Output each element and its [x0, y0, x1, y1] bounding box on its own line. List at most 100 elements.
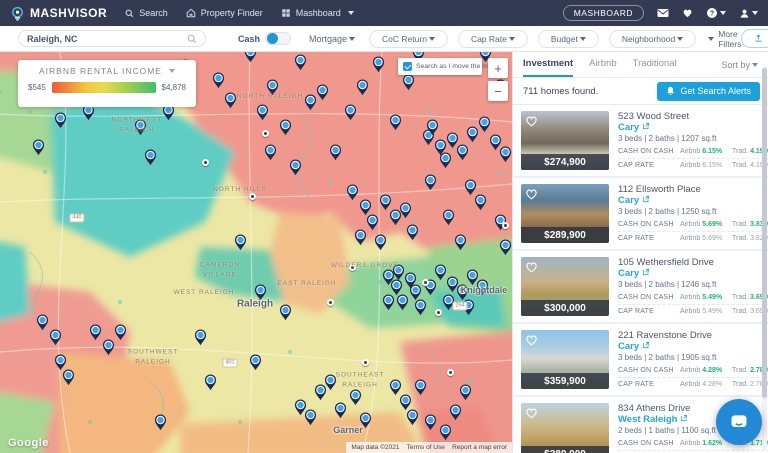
location-search-input[interactable]: [27, 34, 187, 44]
property-card[interactable]: $289,900112 Ellsworth PlaceCary3 beds | …: [513, 178, 768, 249]
map-pin[interactable]: [194, 329, 207, 346]
map-pin[interactable]: [354, 229, 367, 246]
map-pin[interactable]: [62, 369, 75, 386]
map-pin[interactable]: [372, 56, 385, 73]
map-attribution[interactable]: Map data ©2021 Terms of Use Report a map…: [346, 442, 512, 453]
map-marker-dot[interactable]: [202, 159, 209, 166]
map-pin[interactable]: [399, 202, 412, 219]
property-card[interactable]: $359,900221 Ravenstone DriveCary3 beds |…: [513, 324, 768, 395]
map-pin[interactable]: [49, 329, 62, 346]
map-pin[interactable]: [474, 194, 487, 211]
map-pin[interactable]: [304, 409, 317, 426]
heatmap-legend[interactable]: AIRBNB RENTAL INCOME $545 $4,878: [18, 60, 196, 107]
favorite-heart-icon[interactable]: [525, 260, 538, 278]
map-pin[interactable]: [449, 404, 462, 421]
envelope-icon[interactable]: [657, 8, 669, 18]
export-button[interactable]: Export: [741, 29, 768, 48]
map-marker-dot[interactable]: [262, 130, 269, 137]
map-pin[interactable]: [316, 84, 329, 101]
mortgage-dropdown[interactable]: Mortgage: [309, 34, 355, 44]
nav-mashboard[interactable]: Mashboard: [281, 8, 354, 18]
map-pin[interactable]: [499, 239, 512, 256]
account-menu[interactable]: [739, 8, 758, 19]
nav-property-finder[interactable]: Property Finder: [186, 8, 263, 18]
map-pin[interactable]: [464, 179, 477, 196]
filter-button-budget[interactable]: Budget: [538, 30, 599, 48]
map-pin[interactable]: [256, 104, 269, 121]
map-pin[interactable]: [289, 159, 302, 176]
map-pin[interactable]: [264, 144, 277, 161]
map-pin[interactable]: [344, 104, 357, 121]
map-pin[interactable]: [382, 294, 395, 311]
chat-widget-button[interactable]: [716, 399, 762, 445]
mashboard-button[interactable]: MASHBOARD: [563, 5, 644, 21]
help-menu[interactable]: ?: [706, 7, 726, 19]
map-pin[interactable]: [54, 112, 67, 129]
map-pin[interactable]: [334, 402, 347, 419]
map-pin[interactable]: [414, 299, 427, 316]
map-pin[interactable]: [279, 304, 292, 321]
panel-scrollbar[interactable]: [762, 66, 767, 450]
map-zoom-in-button[interactable]: +: [488, 58, 508, 78]
get-search-alerts-button[interactable]: Get Search Alerts: [657, 82, 760, 101]
map-pin[interactable]: [356, 79, 369, 96]
property-neighborhood-link[interactable]: Cary: [618, 122, 768, 133]
map-pin[interactable]: [204, 374, 217, 391]
map-pin[interactable]: [456, 144, 469, 161]
mashvisor-logo[interactable]: MASHVISOR: [10, 6, 107, 21]
map-marker-dot[interactable]: [362, 359, 369, 366]
favorite-heart-icon[interactable]: [525, 333, 538, 351]
more-filters[interactable]: More Filters: [708, 29, 741, 49]
map-pin[interactable]: [249, 354, 262, 371]
heatmap-map[interactable]: NORTH RALEIGHNORTHWEST RALEIGHNORTH HILL…: [0, 52, 512, 453]
heart-icon[interactable]: [682, 8, 693, 18]
map-pin[interactable]: [414, 379, 427, 396]
map-pin[interactable]: [424, 174, 437, 191]
map-pin[interactable]: [478, 116, 491, 133]
map-pin[interactable]: [402, 74, 415, 91]
map-pin[interactable]: [389, 114, 402, 131]
property-card[interactable]: $274,900523 Wood StreetCary3 beds | 2 ba…: [513, 105, 768, 176]
map-pin[interactable]: [499, 146, 512, 163]
filter-button-cap-rate[interactable]: Cap Rate: [458, 30, 528, 48]
map-pin[interactable]: [426, 119, 439, 136]
cash-toggle[interactable]: [265, 32, 291, 45]
filter-button-coc-return[interactable]: CoC Return: [369, 30, 448, 48]
map-pin[interactable]: [154, 414, 167, 431]
property-neighborhood-link[interactable]: Cary: [618, 341, 768, 352]
map-pin[interactable]: [396, 294, 409, 311]
map-pin[interactable]: [439, 424, 452, 441]
map-pin[interactable]: [349, 389, 362, 406]
map-pin[interactable]: [54, 354, 67, 371]
map-zoom-out-button[interactable]: −: [488, 81, 508, 101]
nav-search[interactable]: Search: [125, 8, 168, 18]
favorite-heart-icon[interactable]: [525, 114, 538, 132]
tab-investment[interactable]: Investment: [523, 52, 573, 77]
map-pin[interactable]: [366, 214, 379, 231]
tab-traditional[interactable]: Traditional: [633, 52, 677, 77]
search-icon[interactable]: [187, 34, 197, 44]
map-pin[interactable]: [279, 119, 292, 136]
map-pin[interactable]: [374, 234, 387, 251]
map-marker-dot[interactable]: [447, 369, 454, 376]
favorite-heart-icon[interactable]: [525, 406, 538, 424]
filter-button-neighborhood[interactable]: Neighborhood: [609, 30, 696, 48]
map-pin[interactable]: [454, 234, 467, 251]
map-marker-dot[interactable]: [435, 309, 442, 316]
sort-by-dropdown[interactable]: Sort by: [721, 52, 758, 77]
map-pin[interactable]: [114, 324, 127, 341]
map-marker-dot[interactable]: [327, 299, 334, 306]
map-pin[interactable]: [89, 324, 102, 341]
map-pin[interactable]: [406, 224, 419, 241]
map-marker-dot[interactable]: [502, 222, 509, 229]
map-pin[interactable]: [329, 144, 342, 161]
map-pin[interactable]: [406, 409, 419, 426]
map-pin[interactable]: [144, 149, 157, 166]
property-neighborhood-link[interactable]: Cary: [618, 268, 768, 279]
map-pin[interactable]: [36, 314, 49, 331]
search-as-move-checkbox[interactable]: [403, 62, 412, 71]
map-pin[interactable]: [244, 52, 257, 63]
map-pin[interactable]: [424, 414, 437, 431]
legend-title-row[interactable]: AIRBNB RENTAL INCOME: [28, 66, 186, 76]
favorite-heart-icon[interactable]: [525, 187, 538, 205]
